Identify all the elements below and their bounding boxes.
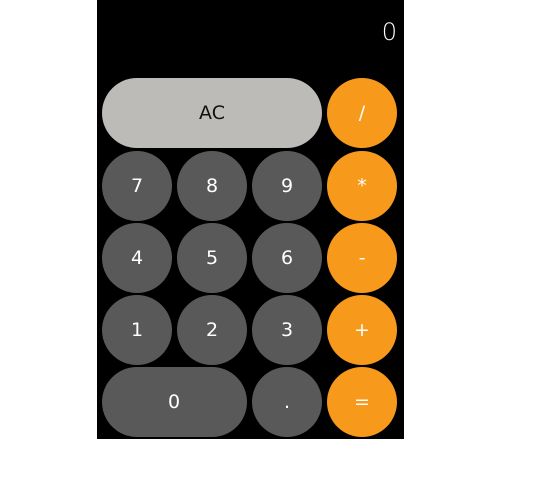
digit-0-button[interactable]: 0 bbox=[102, 367, 247, 437]
digit-3-button[interactable]: 3 bbox=[252, 295, 322, 365]
calculator: 0 AC / 7 8 9 * 4 5 6 - 1 2 3 + 0 . = bbox=[97, 0, 404, 439]
digit-9-button[interactable]: 9 bbox=[252, 151, 322, 221]
subtract-button[interactable]: - bbox=[327, 223, 397, 293]
clear-button[interactable]: AC bbox=[102, 78, 322, 148]
add-button[interactable]: + bbox=[327, 295, 397, 365]
digit-2-button[interactable]: 2 bbox=[177, 295, 247, 365]
divide-button[interactable]: / bbox=[327, 78, 397, 148]
equals-button[interactable]: = bbox=[327, 367, 397, 437]
multiply-button[interactable]: * bbox=[327, 151, 397, 221]
digit-7-button[interactable]: 7 bbox=[102, 151, 172, 221]
result-display: 0 bbox=[381, 18, 397, 46]
digit-5-button[interactable]: 5 bbox=[177, 223, 247, 293]
digit-8-button[interactable]: 8 bbox=[177, 151, 247, 221]
decimal-button[interactable]: . bbox=[252, 367, 322, 437]
digit-6-button[interactable]: 6 bbox=[252, 223, 322, 293]
digit-4-button[interactable]: 4 bbox=[102, 223, 172, 293]
digit-1-button[interactable]: 1 bbox=[102, 295, 172, 365]
